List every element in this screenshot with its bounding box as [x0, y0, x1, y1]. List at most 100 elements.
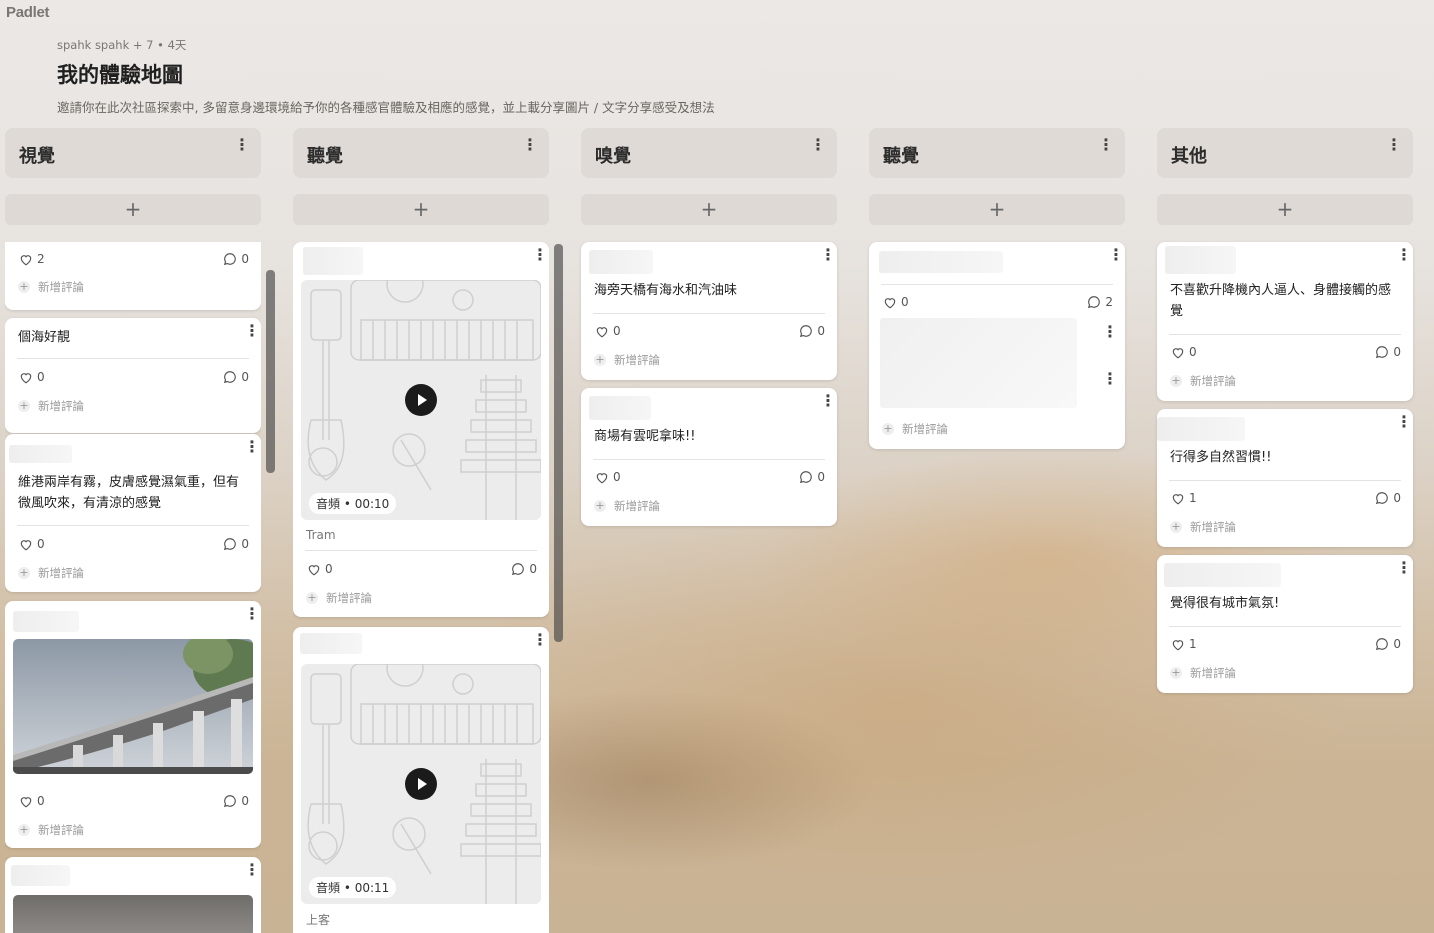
comment-button[interactable]: 0 — [223, 252, 249, 266]
like-button[interactable]: 1 — [1171, 637, 1197, 651]
post-card[interactable]: 維港兩岸有霧，皮膚感覺濕氣重，但有微風吹來，有清涼的感覺 0 0 + 新增評論 — [5, 434, 261, 592]
like-button[interactable]: 0 — [1171, 345, 1197, 359]
kebab-icon[interactable] — [532, 247, 548, 265]
kebab-icon[interactable] — [522, 137, 538, 155]
comment-button[interactable]: 0 — [1375, 345, 1401, 359]
comment-button[interactable]: 0 — [223, 370, 249, 384]
add-comment[interactable]: + 新增評論 — [882, 421, 948, 437]
comment-button[interactable]: 0 — [799, 324, 825, 338]
kebab-icon[interactable] — [1386, 137, 1402, 155]
comment-icon — [799, 324, 813, 338]
post-card[interactable]: 行得多自然習慣!! 1 0 + 新增評論 — [1157, 409, 1413, 547]
kebab-icon[interactable] — [244, 862, 260, 880]
kebab-icon[interactable] — [234, 137, 250, 155]
add-post-button[interactable]: + — [5, 194, 261, 225]
add-post-button[interactable]: + — [293, 194, 549, 225]
comment-kebab-icon[interactable] — [1102, 371, 1118, 389]
kebab-icon[interactable] — [810, 137, 826, 155]
post-card[interactable]: 音頻 • 00:11 上客 — [293, 627, 549, 933]
comment-button[interactable]: 0 — [223, 794, 249, 808]
kebab-icon[interactable] — [820, 393, 836, 411]
like-button[interactable]: 0 — [19, 370, 45, 384]
post-card[interactable]: 不喜歡升降機內人逼人、身體接觸的感覺 0 0 + 新增評論 — [1157, 242, 1413, 401]
comment-icon — [223, 794, 237, 808]
post-card[interactable]: 2 0 + 新增評論 — [5, 242, 261, 310]
post-card[interactable]: 商場有雲呢拿味!! 0 0 + 新增評論 — [581, 388, 837, 526]
kebab-icon[interactable] — [820, 247, 836, 265]
comment-count: 0 — [241, 794, 249, 808]
add-comment-label: 新增評論 — [38, 566, 84, 580]
column-scrollbar[interactable] — [554, 244, 563, 642]
comment-button[interactable]: 0 — [511, 562, 537, 576]
padlet-logo[interactable]: Padlet — [6, 4, 50, 21]
post-card[interactable]: 音頻 • 00:10 Tram 0 0 + 新增評論 — [293, 242, 549, 617]
audio-player[interactable]: 音頻 • 00:11 — [301, 664, 541, 904]
audio-duration-badge: 音頻 • 00:11 — [309, 877, 397, 898]
like-button[interactable]: 0 — [307, 562, 333, 576]
like-button[interactable]: 0 — [595, 470, 621, 484]
divider — [1169, 626, 1401, 627]
kebab-icon[interactable] — [532, 632, 548, 650]
like-button[interactable]: 2 — [19, 252, 45, 266]
kebab-icon[interactable] — [244, 606, 260, 624]
heart-icon — [19, 538, 33, 551]
kebab-icon[interactable] — [1098, 137, 1114, 155]
add-post-button[interactable]: + — [1157, 194, 1413, 225]
post-photo[interactable] — [13, 895, 253, 933]
play-icon[interactable] — [405, 384, 437, 416]
post-card[interactable]: 覺得很有城市氣氛! 1 0 + 新增評論 — [1157, 555, 1413, 693]
play-icon[interactable] — [405, 768, 437, 800]
like-button[interactable]: 0 — [19, 537, 45, 551]
post-photo[interactable] — [13, 639, 253, 774]
kebab-icon[interactable] — [244, 439, 260, 457]
comment-kebab-icon[interactable] — [1102, 324, 1118, 342]
column-title: 視覺 — [19, 146, 55, 167]
column-1: 視覺 + 2 0 + 新增評論 個海好靚 0 0 + 新增評論 維港兩岸有霧，皮膚感… — [5, 128, 275, 933]
add-comment[interactable]: + 新增評論 — [18, 398, 84, 414]
add-comment[interactable]: + 新增評論 — [18, 565, 84, 581]
comment-count: 2 — [1105, 295, 1113, 309]
column-4: 聽覺 + 0 2 + 新增評論 — [869, 128, 1125, 449]
add-comment[interactable]: + 新增評論 — [594, 498, 660, 514]
add-comment[interactable]: + 新增評論 — [18, 279, 84, 295]
column-scrollbar[interactable] — [266, 270, 275, 473]
add-comment[interactable]: + 新增評論 — [1170, 665, 1236, 681]
comment-count: 0 — [529, 562, 537, 576]
add-comment[interactable]: + 新增評論 — [306, 590, 372, 606]
like-button[interactable]: 0 — [595, 324, 621, 338]
board-title: 我的體驗地圖 — [57, 63, 183, 87]
like-button[interactable]: 0 — [19, 794, 45, 808]
add-comment[interactable]: + 新增評論 — [18, 822, 84, 838]
post-card[interactable]: 個海好靚 0 0 + 新增評論 — [5, 318, 261, 433]
add-comment[interactable]: + 新增評論 — [1170, 519, 1236, 535]
heart-icon — [19, 253, 33, 266]
audio-player[interactable]: 音頻 • 00:10 — [301, 280, 541, 520]
like-count: 1 — [1189, 491, 1197, 505]
kebab-icon[interactable] — [1396, 414, 1412, 432]
like-count: 1 — [1189, 637, 1197, 651]
post-card[interactable] — [5, 857, 261, 933]
comment-button[interactable]: 0 — [1375, 637, 1401, 651]
audio-duration-badge: 音頻 • 00:10 — [309, 493, 397, 514]
add-post-button[interactable]: + — [581, 194, 837, 225]
post-card[interactable]: 0 2 + 新增評論 — [869, 242, 1125, 449]
post-card[interactable]: 0 0 + 新增評論 — [5, 601, 261, 848]
kebab-icon[interactable] — [1396, 560, 1412, 578]
comment-button[interactable]: 0 — [799, 470, 825, 484]
kebab-icon[interactable] — [1396, 247, 1412, 265]
audio-duration: 00:10 — [354, 497, 390, 511]
kebab-icon[interactable] — [1108, 247, 1124, 265]
comment-button[interactable]: 0 — [1375, 491, 1401, 505]
comment-button[interactable]: 0 — [223, 537, 249, 551]
add-post-button[interactable]: + — [869, 194, 1125, 225]
like-button[interactable]: 1 — [1171, 491, 1197, 505]
add-comment[interactable]: + 新增評論 — [594, 352, 660, 368]
like-button[interactable]: 0 — [883, 295, 909, 309]
column-5: 其他 + 不喜歡升降機內人逼人、身體接觸的感覺 0 0 + 新增評論 行得多自然習… — [1157, 128, 1413, 693]
add-comment[interactable]: + 新增評論 — [1170, 373, 1236, 389]
comment-count: 0 — [817, 324, 825, 338]
comment-button[interactable]: 2 — [1087, 295, 1113, 309]
post-card[interactable]: 海旁天橋有海水和汽油味 0 0 + 新增評論 — [581, 242, 837, 380]
post-text: 行得多自然習慣!! — [1170, 450, 1272, 465]
kebab-icon[interactable] — [244, 323, 260, 341]
